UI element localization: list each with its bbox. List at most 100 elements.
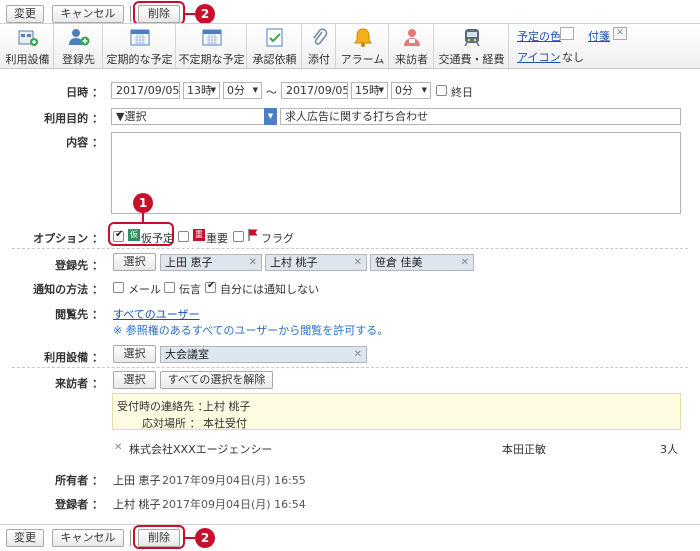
- close-icon[interactable]: ✕: [354, 347, 362, 362]
- toolbar-facility[interactable]: 利用設備: [2, 24, 54, 68]
- purpose-label: 利用目的 ：: [44, 112, 103, 125]
- visitor-select-button[interactable]: 選択: [113, 371, 156, 389]
- registrar-name: 上村 桃子: [113, 498, 161, 511]
- options-label: オプション ：: [33, 232, 103, 245]
- change-button[interactable]: 変更: [6, 529, 44, 547]
- toolbar-registrant[interactable]: 登録先: [55, 24, 103, 68]
- mail-checkbox[interactable]: [113, 282, 124, 293]
- end-date-input[interactable]: 2017/09/05: [281, 82, 348, 99]
- paperclip-icon: [313, 28, 328, 45]
- callout-badge-2: 2: [195, 4, 215, 24]
- important-label: 重要: [206, 232, 228, 245]
- toolbar-label: 承認依頼: [252, 53, 297, 66]
- toolbar-label: 添付: [308, 53, 330, 66]
- chevron-down-icon[interactable]: ▼: [264, 108, 277, 125]
- purpose-input[interactable]: 求人広告に関する打ち合わせ: [280, 108, 681, 125]
- visitors-label: 来訪者 ：: [55, 377, 103, 390]
- toolbar-label: 定期的な予定: [106, 53, 173, 66]
- close-icon[interactable]: ✕: [613, 27, 627, 40]
- toolbar-label: 利用設備: [5, 53, 50, 66]
- remove-icon[interactable]: ✕: [114, 442, 122, 453]
- approval-icon: [266, 28, 282, 47]
- all-users-link[interactable]: すべてのユーザー: [113, 306, 200, 322]
- delete-button[interactable]: 削除: [138, 529, 180, 547]
- registrant-select-button[interactable]: 選択: [113, 253, 156, 271]
- place-label: 応対場所 ：: [142, 417, 201, 430]
- cancel-button[interactable]: キャンセル: [52, 5, 124, 23]
- visitor-company: 株式会社XXXエージェンシー: [129, 443, 273, 456]
- toolbar-visitor[interactable]: 来訪者: [390, 24, 434, 68]
- allday-checkbox[interactable]: [436, 85, 447, 96]
- no-self-notify-checkbox[interactable]: [205, 280, 216, 293]
- facility-chip[interactable]: 大会議室 ✕: [160, 346, 367, 363]
- toolbar-attach[interactable]: 添付: [303, 24, 336, 68]
- start-hour-select[interactable]: 13時: [183, 82, 220, 99]
- registrant-chip[interactable]: 上田 恵子 ✕: [160, 254, 262, 271]
- owner-date: 2017年09月04日(月) 16:55: [162, 474, 306, 487]
- color-swatch[interactable]: [560, 27, 574, 40]
- end-hour-select[interactable]: 15時: [351, 82, 388, 99]
- change-button[interactable]: 変更: [6, 5, 44, 23]
- toolbar-alarm[interactable]: アラーム: [337, 24, 389, 68]
- bottom-divider: [0, 524, 700, 525]
- start-min-select[interactable]: 0分: [223, 82, 262, 99]
- calendar-icon: [202, 29, 221, 46]
- viewers-note: ※ 参照権のあるすべてのユーザーから閲覧を許可する。: [113, 324, 389, 337]
- icon-link[interactable]: アイコン: [517, 49, 560, 65]
- datetime-label: 日時 ：: [66, 86, 103, 99]
- mail-label: メール: [128, 283, 161, 296]
- place-value: 本社受付: [203, 417, 247, 430]
- purpose-select[interactable]: ▼選択: [111, 108, 277, 125]
- visitor-person: 本田正敏: [502, 443, 546, 456]
- calendar-icon: [130, 29, 149, 46]
- facility-icon: [18, 30, 38, 46]
- notify-label: 通知の方法 ：: [33, 283, 103, 296]
- toolbar-expenses[interactable]: 交通費・経費: [435, 24, 509, 68]
- tentative-badge: 仮: [128, 229, 140, 241]
- section-divider: [12, 248, 688, 249]
- message-checkbox[interactable]: [164, 282, 175, 293]
- registrant-chip[interactable]: 上村 桃子 ✕: [265, 254, 367, 271]
- tentative-label: 仮予定: [141, 232, 174, 245]
- toolbar-irregular[interactable]: 不定期な予定: [177, 24, 247, 68]
- owner-name: 上田 恵子: [113, 474, 161, 487]
- toolbar-recurring[interactable]: 定期的な予定: [104, 24, 176, 68]
- flag-checkbox[interactable]: [233, 231, 244, 242]
- toolbar-label: 来訪者: [395, 53, 428, 66]
- delete-button[interactable]: 削除: [138, 5, 180, 23]
- visitor-icon: [403, 29, 420, 46]
- end-min-select[interactable]: 0分: [391, 82, 431, 99]
- close-icon[interactable]: ✕: [249, 255, 257, 270]
- flag-icon: [248, 229, 258, 241]
- close-icon[interactable]: ✕: [354, 255, 362, 270]
- callout-line: [185, 13, 195, 15]
- no-self-notify-label: 自分には通知しない: [220, 283, 319, 296]
- allday-label: 終日: [451, 86, 473, 99]
- important-badge: 重: [193, 229, 205, 241]
- facility-select-button[interactable]: 選択: [113, 345, 156, 363]
- flag-label: フラグ: [261, 232, 294, 245]
- cancel-button[interactable]: キャンセル: [52, 529, 124, 547]
- content-label: 内容 ：: [66, 136, 103, 149]
- toolbar-label: 不定期な予定: [178, 53, 245, 66]
- owner-label: 所有者 ：: [55, 474, 103, 487]
- tag-link[interactable]: 付箋: [588, 28, 610, 44]
- contact-value: 上村 桃子: [203, 400, 251, 413]
- callout-badge-2: 2: [195, 528, 215, 548]
- color-link[interactable]: 予定の色: [517, 28, 561, 44]
- tentative-checkbox[interactable]: [113, 229, 124, 242]
- range-separator: ～: [266, 86, 277, 99]
- train-icon: [463, 29, 480, 47]
- clear-all-button[interactable]: すべての選択を解除: [160, 371, 273, 389]
- close-icon[interactable]: ✕: [461, 255, 469, 270]
- start-date-input[interactable]: 2017/09/05: [111, 82, 180, 99]
- important-checkbox[interactable]: [178, 231, 189, 242]
- bell-icon: [353, 28, 372, 47]
- user-add-icon: [68, 29, 89, 46]
- callout-line: [185, 537, 195, 539]
- registrants-label: 登録先 ：: [55, 259, 103, 272]
- toolbar-label: アラーム: [340, 53, 385, 66]
- toolbar-approval[interactable]: 承認依頼: [248, 24, 302, 68]
- registrant-chip[interactable]: 笹倉 佳美 ✕: [370, 254, 474, 271]
- content-textarea[interactable]: [111, 132, 681, 214]
